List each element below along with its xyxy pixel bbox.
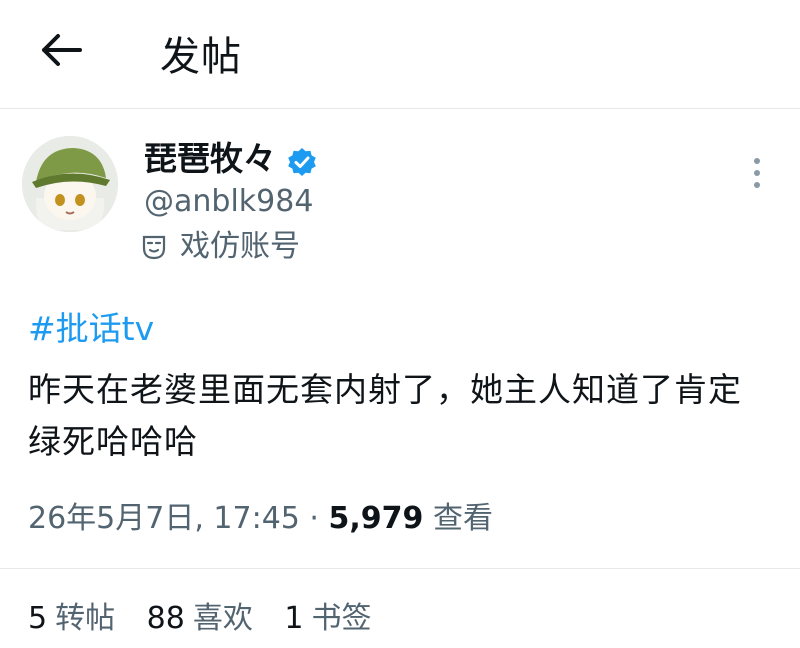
page-title: 发帖 — [160, 34, 242, 80]
likes-count: 88 — [146, 601, 185, 636]
meta-separator: · — [309, 501, 319, 536]
views-count: 5,979 — [328, 501, 424, 536]
avatar-image — [22, 136, 118, 232]
avatar[interactable] — [22, 136, 118, 232]
bookmarks-count: 1 — [284, 601, 304, 636]
verified-badge-icon — [288, 148, 316, 176]
top-bar: 发帖 — [0, 0, 800, 109]
arrow-left-icon — [42, 34, 82, 66]
bookmarks-stat[interactable]: 1 书签 — [284, 601, 371, 636]
divider — [0, 568, 800, 569]
likes-label: 喜欢 — [192, 601, 253, 636]
reposts-count: 5 — [28, 601, 48, 636]
reposts-stat[interactable]: 5 转帖 — [28, 601, 115, 636]
more-options-icon[interactable] — [744, 155, 770, 191]
author-handle[interactable]: @anblk984 — [144, 182, 313, 222]
parody-mask-icon — [142, 235, 166, 260]
reposts-label: 转帖 — [55, 601, 116, 636]
engagement-stats: 5 转帖 88 喜欢 1 书签 — [28, 598, 393, 640]
post-timestamp[interactable]: 26年5月7日, 17:45 — [28, 501, 300, 536]
author-name[interactable]: 琵琶牧々 — [144, 139, 276, 179]
post-meta: 26年5月7日, 17:45 · 5,979 查看 — [28, 498, 493, 540]
hashtag-link[interactable]: #批话tv — [28, 308, 154, 350]
views-label: 查看 — [432, 501, 493, 536]
parody-label: 戏仿账号 — [180, 229, 300, 264]
likes-stat[interactable]: 88 喜欢 — [147, 601, 253, 636]
back-button[interactable] — [36, 30, 86, 70]
bookmarks-label: 书签 — [311, 601, 372, 636]
post-text: 昨天在老婆里面无套内射了，她主人知道了肯定绿死哈哈哈 — [28, 370, 742, 461]
